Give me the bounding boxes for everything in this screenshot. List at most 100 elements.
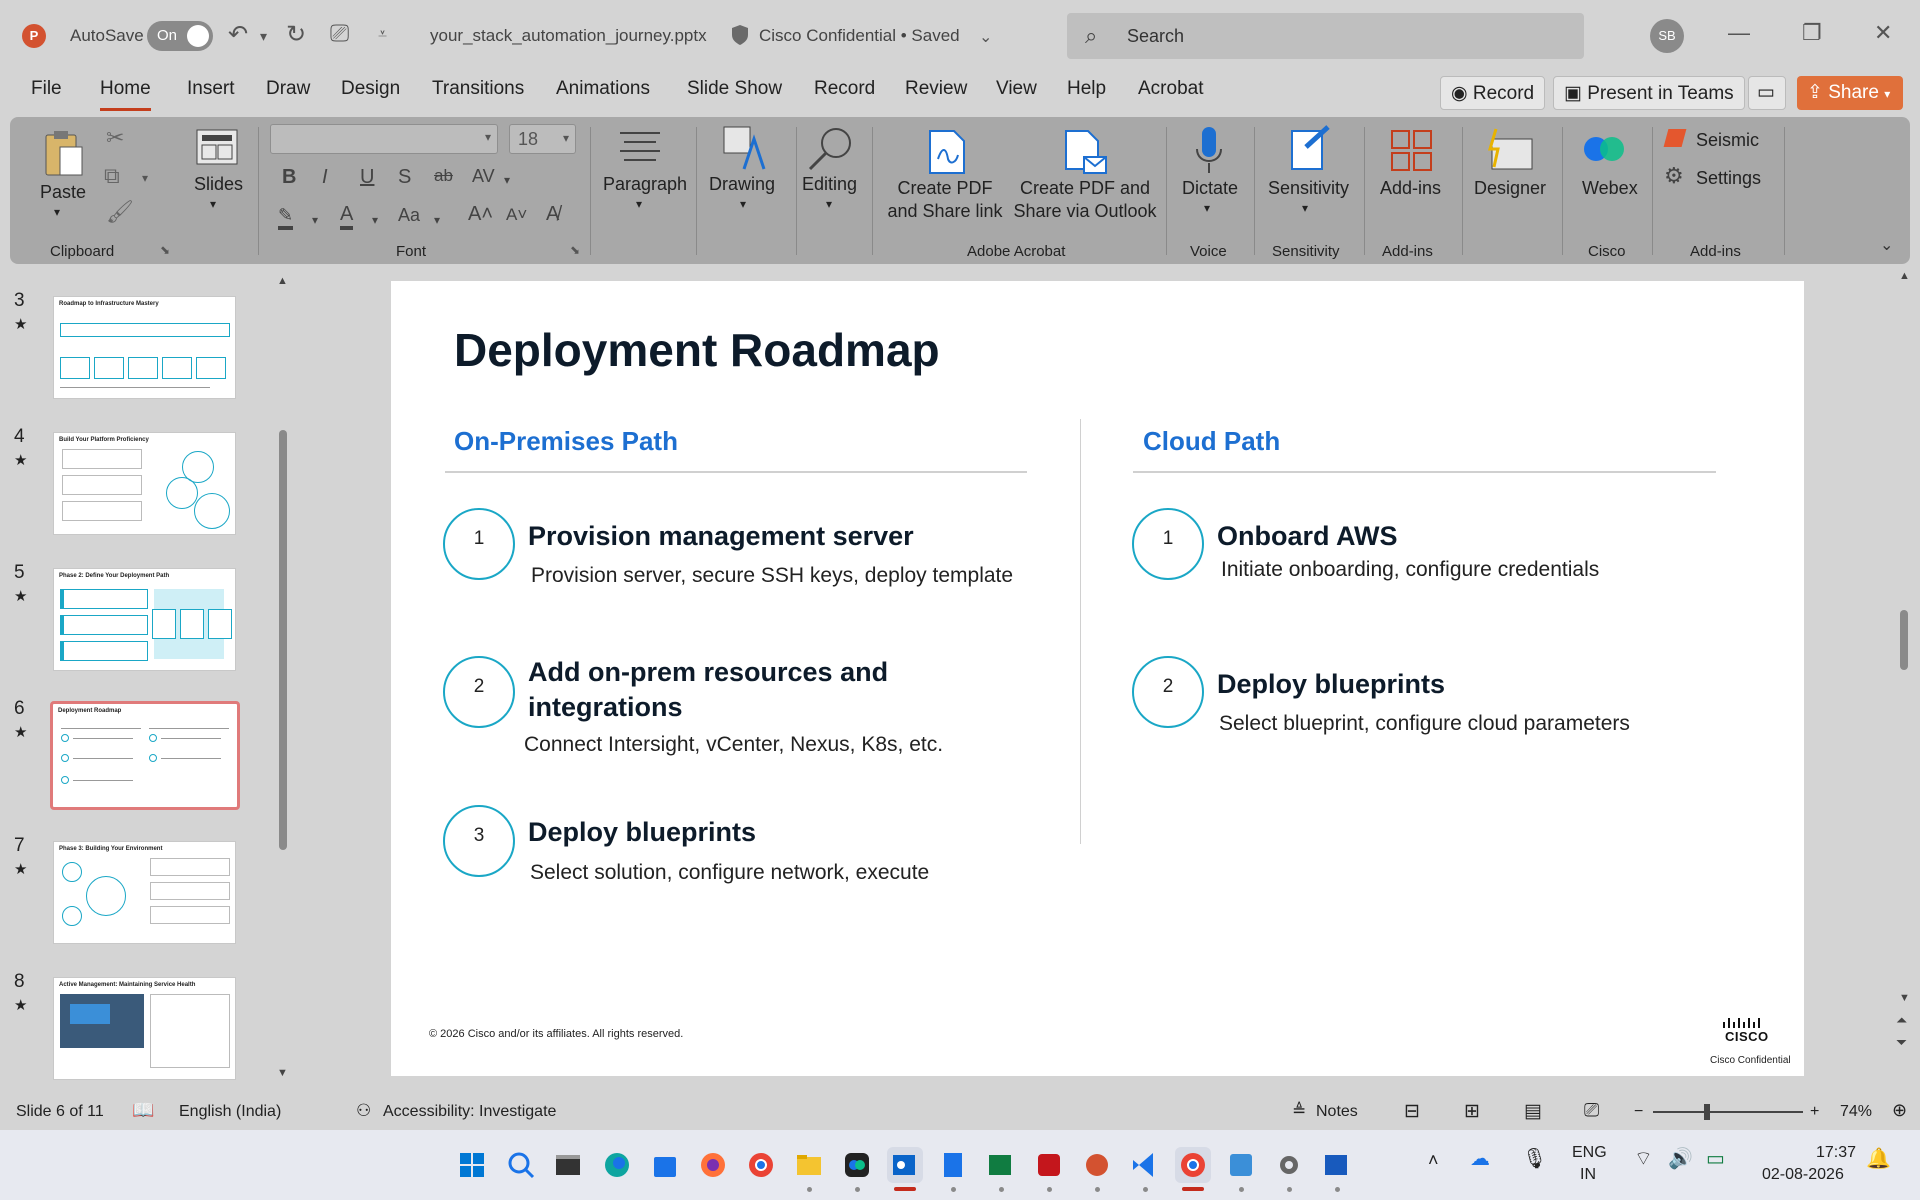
- settings-label[interactable]: Settings: [1696, 167, 1761, 190]
- tab-help[interactable]: Help: [1067, 78, 1106, 100]
- font-color-chevron-icon[interactable]: ▾: [372, 213, 378, 227]
- zoom-out-icon[interactable]: −: [1634, 1103, 1643, 1121]
- font-family-select[interactable]: ▾: [270, 124, 498, 154]
- undo-dropdown-icon[interactable]: ▾: [260, 28, 267, 45]
- minimize-icon[interactable]: —: [1728, 20, 1750, 46]
- word-icon[interactable]: [1319, 1147, 1355, 1183]
- customize-toolbar-icon[interactable]: ⩡: [378, 26, 387, 44]
- cut-icon[interactable]: ✂: [106, 125, 124, 151]
- webex-taskbar-icon[interactable]: [839, 1147, 875, 1183]
- slide[interactable]: Deployment Roadmap On-Premises Path Clou…: [391, 281, 1804, 1076]
- new-slide-icon[interactable]: [196, 129, 238, 165]
- editing-label[interactable]: Editing: [802, 173, 857, 196]
- designer-icon[interactable]: [1486, 127, 1534, 173]
- character-spacing-icon[interactable]: AV: [472, 166, 495, 187]
- shadow-icon[interactable]: S: [398, 166, 411, 189]
- autosave-toggle[interactable]: On: [147, 21, 213, 51]
- tab-draw[interactable]: Draw: [266, 78, 310, 100]
- language-status[interactable]: English (India): [179, 1103, 281, 1121]
- seismic-label[interactable]: Seismic: [1696, 129, 1759, 152]
- paragraph-chevron-icon[interactable]: ▾: [636, 197, 642, 213]
- highlight-color-icon[interactable]: ✎: [278, 205, 294, 230]
- comments-button[interactable]: ▭: [1748, 76, 1786, 110]
- sensitivity-icon[interactable]: [1290, 125, 1332, 171]
- case-chevron-icon[interactable]: ▾: [434, 213, 440, 227]
- step-title[interactable]: Deploy blueprints: [528, 815, 1048, 850]
- paragraph-icon[interactable]: [618, 129, 662, 165]
- highlight-chevron-icon[interactable]: ▾: [312, 213, 318, 227]
- step-title[interactable]: Deploy blueprints: [1217, 667, 1737, 702]
- spelling-check-icon[interactable]: 📖: [132, 1100, 154, 1121]
- slide-show-icon[interactable]: ⎚: [1584, 1100, 1599, 1122]
- clipboard-launcher-icon[interactable]: ⬊: [160, 243, 170, 257]
- status-chevron-icon[interactable]: ⌄: [979, 27, 992, 47]
- sensitivity-chevron-icon[interactable]: ▾: [1302, 201, 1308, 217]
- acrobat-icon[interactable]: [1031, 1147, 1067, 1183]
- copyright-footer[interactable]: © 2026 Cisco and/or its affiliates. All …: [429, 1028, 683, 1040]
- clock-time[interactable]: 17:37: [1816, 1144, 1856, 1162]
- scrollbar-thumb[interactable]: [279, 430, 287, 850]
- tab-slide-show[interactable]: Slide Show: [687, 78, 782, 100]
- on-premises-heading[interactable]: On-Premises Path: [454, 426, 678, 457]
- slide-sorter-icon[interactable]: ⊞: [1464, 1100, 1480, 1123]
- spacing-chevron-icon[interactable]: ▾: [504, 173, 510, 187]
- paste-label[interactable]: Paste: [40, 181, 86, 204]
- fit-to-window-icon[interactable]: ⊕: [1892, 1100, 1907, 1121]
- designer-label[interactable]: Designer: [1474, 177, 1546, 200]
- step-description[interactable]: Connect Intersight, vCenter, Nexus, K8s,…: [524, 733, 943, 757]
- step-description[interactable]: Initiate onboarding, configure credentia…: [1221, 558, 1599, 582]
- previous-slide-icon[interactable]: ⏶: [1896, 1012, 1907, 1029]
- slide-thumbnail-7[interactable]: Phase 3: Building Your Environment: [53, 841, 236, 944]
- webex-icon[interactable]: [1582, 131, 1626, 167]
- chrome-active-icon[interactable]: [1175, 1147, 1211, 1183]
- edge-icon[interactable]: [599, 1147, 635, 1183]
- present-in-teams-button[interactable]: ▣ Present in Teams: [1553, 76, 1745, 110]
- outlook-icon[interactable]: [887, 1147, 923, 1183]
- normal-view-icon[interactable]: ⊟: [1404, 1100, 1420, 1123]
- tab-review[interactable]: Review: [905, 78, 967, 100]
- search-box[interactable]: ⌕ Search: [1067, 13, 1584, 59]
- language-indicator-top[interactable]: ENG: [1572, 1144, 1607, 1162]
- scroll-down-icon[interactable]: ▼: [1899, 992, 1910, 1004]
- slide-counter[interactable]: Slide 6 of 11: [16, 1103, 104, 1121]
- file-name[interactable]: your_stack_automation_journey.pptx: [430, 26, 707, 46]
- change-case-icon[interactable]: Aa: [398, 205, 420, 226]
- firefox-icon[interactable]: [695, 1147, 731, 1183]
- taskbar-search-icon[interactable]: [503, 1147, 539, 1183]
- cloud-heading[interactable]: Cloud Path: [1143, 426, 1280, 457]
- battery-icon[interactable]: ▭: [1706, 1146, 1725, 1171]
- reading-view-icon[interactable]: ▤: [1524, 1100, 1542, 1123]
- onedrive-icon[interactable]: ☁: [1470, 1146, 1490, 1171]
- add-ins-label[interactable]: Add-ins: [1380, 177, 1441, 200]
- tab-home[interactable]: Home: [100, 78, 151, 111]
- record-button[interactable]: ◉ Record: [1440, 76, 1546, 110]
- accessibility-status[interactable]: Accessibility: Investigate: [383, 1103, 556, 1121]
- strikethrough-icon[interactable]: ab: [434, 166, 453, 186]
- paste-icon[interactable]: [42, 129, 86, 179]
- slide-thumbnail-8[interactable]: Active Management: Maintaining Service H…: [53, 977, 236, 1080]
- step-description[interactable]: Select blueprint, configure cloud parame…: [1219, 712, 1630, 736]
- create-pdf-outlook-icon[interactable]: [1062, 129, 1108, 175]
- show-hidden-icons-icon[interactable]: ˄: [1428, 1150, 1439, 1171]
- font-size-select[interactable]: 18 ▾: [509, 124, 576, 154]
- dictate-label[interactable]: Dictate: [1182, 177, 1238, 200]
- clear-formatting-icon[interactable]: A̸: [546, 203, 559, 226]
- slide-scrollbar[interactable]: ▲ ▼ ⏶ ⏷: [1896, 270, 1912, 1070]
- paragraph-label[interactable]: Paragraph: [603, 173, 687, 196]
- copy-icon[interactable]: ⧉: [104, 163, 120, 189]
- tab-animations[interactable]: Animations: [556, 78, 650, 100]
- slide-thumbnail-6[interactable]: Deployment Roadmap: [50, 701, 240, 810]
- slides-chevron-icon[interactable]: ▾: [210, 197, 216, 213]
- step-description[interactable]: Provision server, secure SSH keys, deplo…: [531, 564, 1013, 588]
- create-pdf-share-link-label[interactable]: Create PDF and Share link: [886, 177, 1004, 224]
- font-color-icon[interactable]: A: [340, 203, 354, 230]
- next-slide-icon[interactable]: ⏷: [1896, 1034, 1907, 1051]
- vscode-icon[interactable]: [1127, 1147, 1163, 1183]
- present-from-start-icon[interactable]: ⎚: [330, 20, 349, 48]
- notes-icon[interactable]: ≜: [1292, 1101, 1306, 1121]
- tab-file[interactable]: File: [31, 78, 62, 100]
- wifi-icon[interactable]: ⌔: [1634, 1146, 1653, 1171]
- drawing-shapes-icon[interactable]: [722, 125, 768, 171]
- scroll-up-icon[interactable]: ▲: [277, 275, 288, 287]
- step-description[interactable]: Select solution, configure network, exec…: [530, 861, 929, 885]
